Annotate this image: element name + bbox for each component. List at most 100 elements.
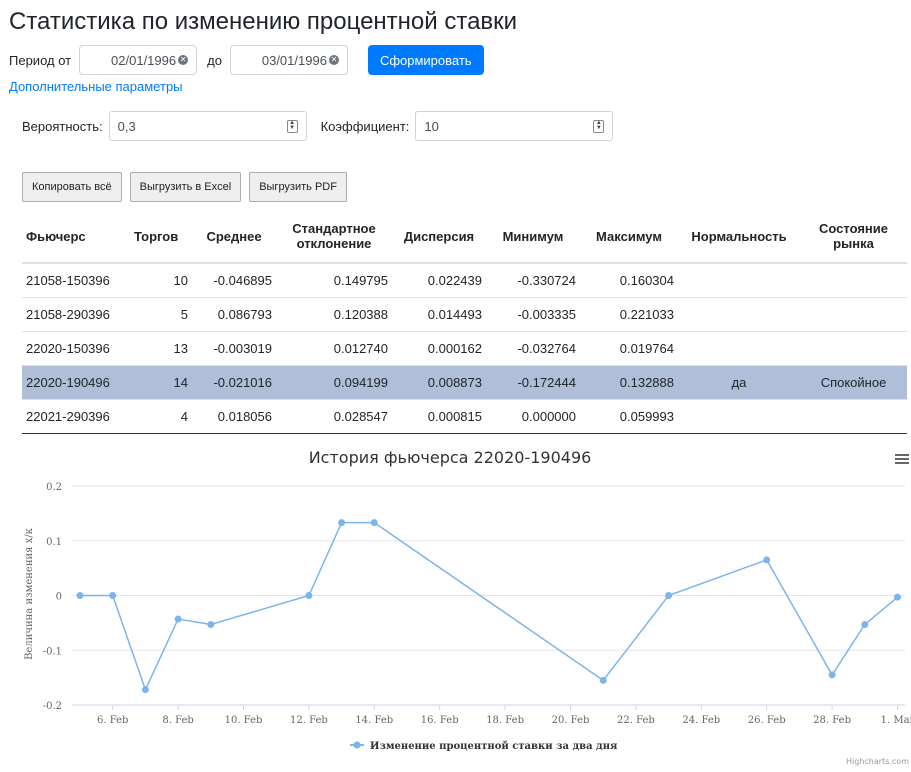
table-cell: -0.021016: [192, 365, 276, 400]
period-to-value: 03/01/1996: [261, 52, 327, 68]
table-cell: 0.000000: [486, 399, 580, 434]
table-cell: 14: [130, 365, 192, 400]
column-header[interactable]: Максимум: [580, 210, 678, 264]
table-row-selected[interactable]: 22020-190496 14 -0.021016 0.094199 0.008…: [22, 365, 907, 400]
table-cell: 0.014493: [392, 297, 486, 332]
column-header[interactable]: Фьючерс: [22, 210, 130, 264]
x-tick-label: 12. Feb: [290, 715, 328, 726]
generate-button[interactable]: Сформировать: [367, 45, 484, 75]
column-header[interactable]: Дисперсия: [392, 210, 486, 264]
table-cell: [678, 297, 800, 332]
data-point[interactable]: [894, 593, 901, 601]
data-point[interactable]: [76, 592, 84, 599]
column-header[interactable]: Торгов: [130, 210, 192, 264]
table-cell: 0.008873: [392, 365, 486, 400]
x-tick-label: 14. Feb: [355, 715, 393, 726]
table-cell: 10: [130, 262, 192, 298]
data-point[interactable]: [828, 671, 836, 679]
y-axis-title: Величина изменения х/к: [24, 527, 35, 660]
column-header[interactable]: Нормальность: [678, 210, 800, 264]
copy-all-button[interactable]: Копировать всё: [22, 172, 122, 202]
data-point[interactable]: [599, 676, 607, 684]
table-cell: [800, 331, 907, 366]
table-cell: 22020-190496: [22, 365, 130, 400]
table-cell: 0.022439: [392, 262, 486, 298]
table-cell: 0.094199: [276, 365, 392, 400]
data-point[interactable]: [861, 621, 869, 629]
data-point[interactable]: [207, 621, 215, 629]
table-row[interactable]: 21058-150396 10 -0.046895 0.149795 0.022…: [22, 262, 907, 298]
y-tick-label: 0.2: [46, 482, 62, 493]
y-tick-label: 0: [56, 592, 62, 603]
statistics-table: Фьючерс Торгов Среднее Стандартное откло…: [22, 210, 907, 434]
table-cell: -0.046895: [192, 262, 276, 298]
table-cell: 0.000815: [392, 399, 486, 434]
coefficient-input[interactable]: 10 ▲ ▼: [415, 111, 614, 141]
period-filter: Период от 02/01/1996 ✕ до 03/01/1996 ✕ С…: [9, 45, 484, 75]
table-cell: 0.018056: [192, 399, 276, 434]
credits-text[interactable]: Highcharts.com: [846, 757, 909, 766]
table-cell: -0.032764: [486, 331, 580, 366]
chart-title: История фьючерса 22020-190496: [309, 448, 592, 467]
data-point[interactable]: [305, 592, 313, 599]
table-cell: 0.012740: [276, 331, 392, 366]
column-header[interactable]: Минимум: [486, 210, 580, 264]
x-tick-label: 22. Feb: [617, 715, 655, 726]
x-tick-label: 24. Feb: [682, 715, 720, 726]
table-cell: 22020-150396: [22, 331, 130, 366]
table-cell: 0.149795: [276, 262, 392, 298]
table-cell: 21058-150396: [22, 262, 130, 298]
export-pdf-button[interactable]: Выгрузить PDF: [249, 172, 347, 202]
column-header[interactable]: Среднее: [192, 210, 276, 264]
table-cell: 0.000162: [392, 331, 486, 366]
table-cell: [800, 297, 907, 332]
coefficient-label: Коэффициент:: [320, 118, 410, 134]
x-tick-label: 8. Feb: [162, 715, 193, 726]
data-point[interactable]: [141, 686, 149, 694]
spinner-icon[interactable]: ▲ ▼: [286, 119, 298, 133]
x-tick-label: 18. Feb: [486, 715, 524, 726]
series-line: [80, 521, 898, 692]
table-row[interactable]: 22021-290396 4 0.018056 0.028547 0.00081…: [22, 399, 907, 434]
period-to-input[interactable]: 03/01/1996 ✕: [229, 45, 348, 75]
column-header[interactable]: Состояние рынка: [800, 210, 907, 264]
table-cell: 22021-290396: [22, 399, 130, 434]
table-row[interactable]: 21058-290396 5 0.086793 0.120388 0.01449…: [22, 297, 907, 332]
history-chart-svg: История фьючерса 22020-190496 0.2 0.1 0 -0.…: [24, 448, 911, 766]
table-cell: Спокойное: [800, 365, 907, 400]
clear-icon[interactable]: ✕: [328, 55, 339, 65]
period-to-label: до: [207, 52, 222, 68]
data-point[interactable]: [338, 519, 346, 527]
x-tick-label: 28. Feb: [813, 715, 851, 726]
legend-item[interactable]: Изменение процентной ставки за два дня: [350, 741, 618, 752]
more-params-link[interactable]: Дополнительные параметры: [9, 79, 183, 94]
data-point[interactable]: [109, 592, 117, 599]
table-cell: 0.221033: [580, 297, 678, 332]
column-header[interactable]: Стандартное отклонение: [276, 210, 392, 264]
x-tick-label: 20. Feb: [552, 715, 590, 726]
data-point[interactable]: [174, 615, 182, 623]
page-title: Статистика по изменению процентной ставк…: [9, 8, 518, 35]
y-tick-label: -0.2: [43, 701, 62, 712]
hamburger-menu-icon[interactable]: [895, 454, 909, 464]
probability-value: 0,3: [117, 118, 136, 134]
spinner-icon[interactable]: ▲ ▼: [593, 119, 605, 133]
table-cell: 5: [130, 297, 192, 332]
export-excel-button[interactable]: Выгрузить в Excel: [129, 172, 242, 202]
clear-icon[interactable]: ✕: [178, 55, 189, 65]
table-cell: 4: [130, 399, 192, 434]
data-point[interactable]: [370, 519, 378, 527]
table-cell: [678, 262, 800, 298]
table-cell: -0.003019: [192, 331, 276, 366]
data-point[interactable]: [763, 556, 771, 564]
probability-input[interactable]: 0,3 ▲ ▼: [108, 111, 307, 141]
table-cell: 0.132888: [580, 365, 678, 400]
table-row[interactable]: 22020-150396 13 -0.003019 0.012740 0.000…: [22, 331, 907, 366]
table-cell: 0.028547: [276, 399, 392, 434]
x-tick-label: 1. Mar: [881, 715, 911, 726]
period-from-value: 02/01/1996: [111, 52, 177, 68]
period-from-input[interactable]: 02/01/1996 ✕: [79, 45, 198, 75]
data-point[interactable]: [665, 592, 673, 599]
table-header-row: Фьючерс Торгов Среднее Стандартное откло…: [22, 210, 907, 264]
history-chart: История фьючерса 22020-190496 0.2 0.1 0 -0.…: [0, 438, 911, 767]
